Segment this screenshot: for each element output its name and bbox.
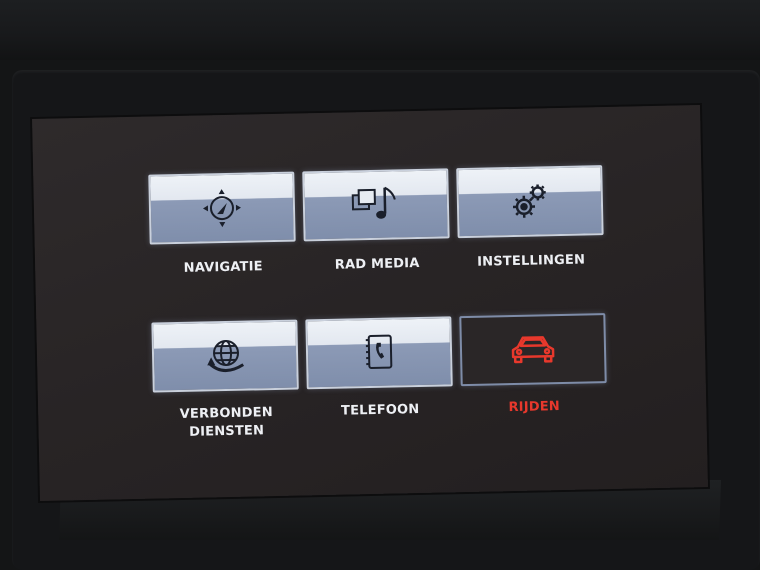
driving-button[interactable] — [459, 313, 607, 387]
navigation-label[interactable]: NAVIGATIE — [143, 257, 303, 278]
infotainment-screen: NAVIGATIE RAD MEDIA INSTELLINGEN VERBOND… — [32, 105, 708, 501]
phone-book-icon — [355, 329, 404, 376]
car-icon — [503, 326, 564, 373]
navigation-button[interactable] — [148, 171, 296, 245]
rad-media-label[interactable]: RAD MEDIA — [297, 254, 457, 275]
driving-label[interactable]: RIJDEN — [454, 397, 614, 418]
bezel-top — [0, 0, 760, 60]
settings-button[interactable] — [456, 165, 604, 239]
navigation-compass-icon — [196, 185, 249, 232]
rad-media-button[interactable] — [302, 168, 450, 242]
phone-button[interactable] — [305, 316, 453, 390]
settings-gears-icon — [503, 178, 556, 225]
connected-services-label-line2: DIENSTEN — [189, 423, 265, 440]
connected-services-button[interactable] — [151, 319, 299, 393]
connected-services-label[interactable]: VERBONDEN DIENSTEN — [146, 403, 307, 442]
media-music-icon — [346, 181, 405, 228]
phone-label[interactable]: TELEFOON — [300, 400, 460, 421]
connected-globe-icon — [199, 333, 252, 380]
settings-label[interactable]: INSTELLINGEN — [451, 251, 611, 272]
